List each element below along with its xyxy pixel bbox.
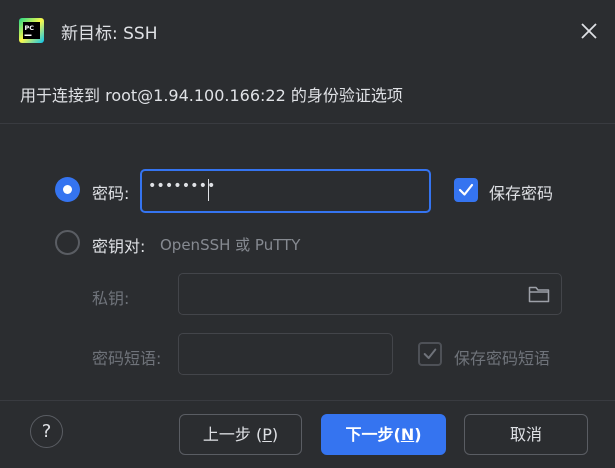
dialog-description: 用于连接到 root@1.94.100.166:22 的身份验证选项 — [20, 86, 403, 105]
window-title: 新目标: SSH — [61, 24, 158, 44]
folder-icon[interactable] — [528, 284, 550, 304]
previous-button-label: 上一步 ( — [202, 425, 263, 444]
close-icon[interactable] — [578, 20, 600, 42]
save-password-label: 保存密码 — [489, 184, 554, 203]
keypair-radio-label: 密钥对: — [92, 237, 146, 256]
previous-button[interactable]: 上一步 (P) — [179, 414, 302, 455]
passphrase-field[interactable] — [178, 333, 393, 375]
title-bar: PC 新目标: SSH — [0, 0, 615, 62]
svg-text:PC: PC — [25, 24, 35, 32]
help-button[interactable]: ? — [30, 415, 63, 448]
next-button-suffix: ) — [414, 425, 422, 444]
passphrase-label: 密码短语: — [92, 349, 162, 368]
save-password-checkbox[interactable] — [454, 178, 478, 202]
text-caret — [208, 179, 209, 201]
next-mnemonic: N — [400, 425, 415, 444]
password-radio-label: 密码: — [92, 184, 130, 203]
password-radio[interactable] — [55, 177, 80, 202]
previous-button-suffix: ) — [271, 425, 279, 444]
keypair-radio[interactable] — [55, 230, 80, 255]
save-passphrase-label: 保存密码短语 — [454, 349, 551, 368]
password-value: •••••••• — [148, 178, 216, 194]
next-button-label: 下一步( — [345, 425, 401, 444]
save-passphrase-checkbox[interactable] — [418, 342, 442, 366]
next-button[interactable]: 下一步(N) — [321, 414, 446, 455]
pycharm-icon: PC — [19, 18, 44, 43]
private-key-label: 私钥: — [92, 289, 130, 308]
previous-mnemonic: P — [262, 425, 272, 444]
cancel-button[interactable]: 取消 — [464, 414, 588, 455]
private-key-field[interactable] — [178, 273, 562, 315]
keypair-hint: OpenSSH 或 PuTTY — [160, 236, 301, 254]
